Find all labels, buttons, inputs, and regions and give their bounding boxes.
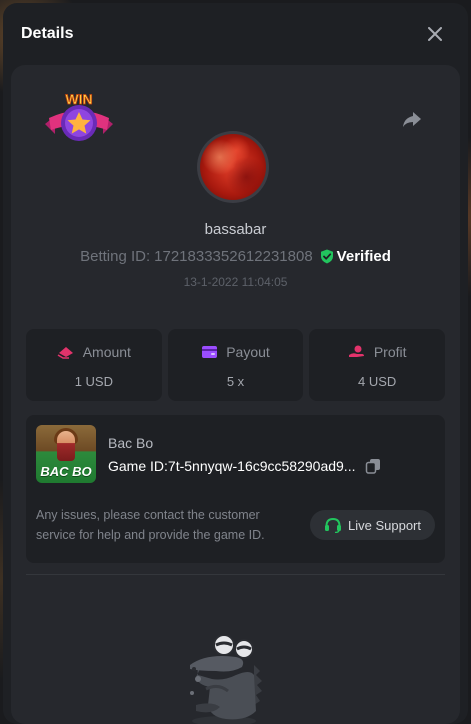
stat-amount: Amount 1 USD xyxy=(26,329,162,401)
stat-payout-value: 5 x xyxy=(226,374,245,389)
payout-icon xyxy=(202,346,218,358)
copy-icon[interactable] xyxy=(365,458,381,474)
username: bassabar xyxy=(204,221,267,238)
game-name: Bac Bo xyxy=(108,435,154,451)
stat-amount-label: Amount xyxy=(82,344,131,360)
stat-payout: Payout 5 x xyxy=(167,329,304,401)
stat-profit: Profit 4 USD xyxy=(309,329,446,401)
stats-row: Amount 1 USD Payout 5 x Profit 4 USD xyxy=(26,329,446,401)
details-modal: Details WIN bassabar Betting ID: 1721833… xyxy=(3,3,468,724)
game-id-row: Game ID: 7t-5nnyqw-16c9cc58290ad9... xyxy=(108,458,381,474)
dealer-figure xyxy=(57,431,75,461)
win-badge-icon: WIN xyxy=(45,91,113,141)
live-support-button[interactable]: Live Support xyxy=(310,510,435,540)
live-support-label: Live Support xyxy=(348,517,421,533)
share-icon[interactable] xyxy=(400,107,424,131)
game-thumbnail-text: BAC BO xyxy=(40,464,92,479)
avatar-image xyxy=(200,134,266,200)
betting-id-value: 1721833352612231808 xyxy=(154,248,313,265)
modal-header: Details xyxy=(3,3,468,65)
game-card: BAC BO Bac Bo Game ID: 7t-5nnyqw-16c9cc5… xyxy=(26,415,445,563)
game-id-value: 7t-5nnyqw-16c9cc58290ad9... xyxy=(167,458,356,474)
stat-payout-label: Payout xyxy=(226,344,270,360)
game-id-label: Game ID: xyxy=(108,458,168,474)
verified-label: Verified xyxy=(336,248,391,265)
close-icon xyxy=(428,27,442,41)
stat-profit-value: 4 USD xyxy=(358,374,397,389)
details-panel: WIN bassabar Betting ID: 172183335261223… xyxy=(11,65,460,724)
stat-amount-value: 1 USD xyxy=(74,374,113,389)
support-message: Any issues, please contact the customer … xyxy=(36,508,265,542)
close-button[interactable] xyxy=(424,23,446,45)
verified-shield-icon xyxy=(320,249,333,264)
stat-profit-label: Profit xyxy=(373,344,407,360)
crocodile-mascot-icon xyxy=(190,635,262,724)
bet-timestamp: 13-1-2022 11:04:05 xyxy=(183,275,288,289)
modal-title: Details xyxy=(21,25,74,42)
betting-id-label: Betting ID: xyxy=(80,248,151,265)
avatar xyxy=(197,131,269,203)
win-badge-text: WIN xyxy=(65,91,92,107)
amount-icon xyxy=(57,347,73,359)
profit-icon xyxy=(348,345,364,357)
betting-id-row: Betting ID: 1721833352612231808 Verified xyxy=(11,248,460,265)
divider xyxy=(26,574,445,575)
headset-icon xyxy=(325,517,341,533)
game-thumbnail[interactable]: BAC BO xyxy=(36,425,96,483)
